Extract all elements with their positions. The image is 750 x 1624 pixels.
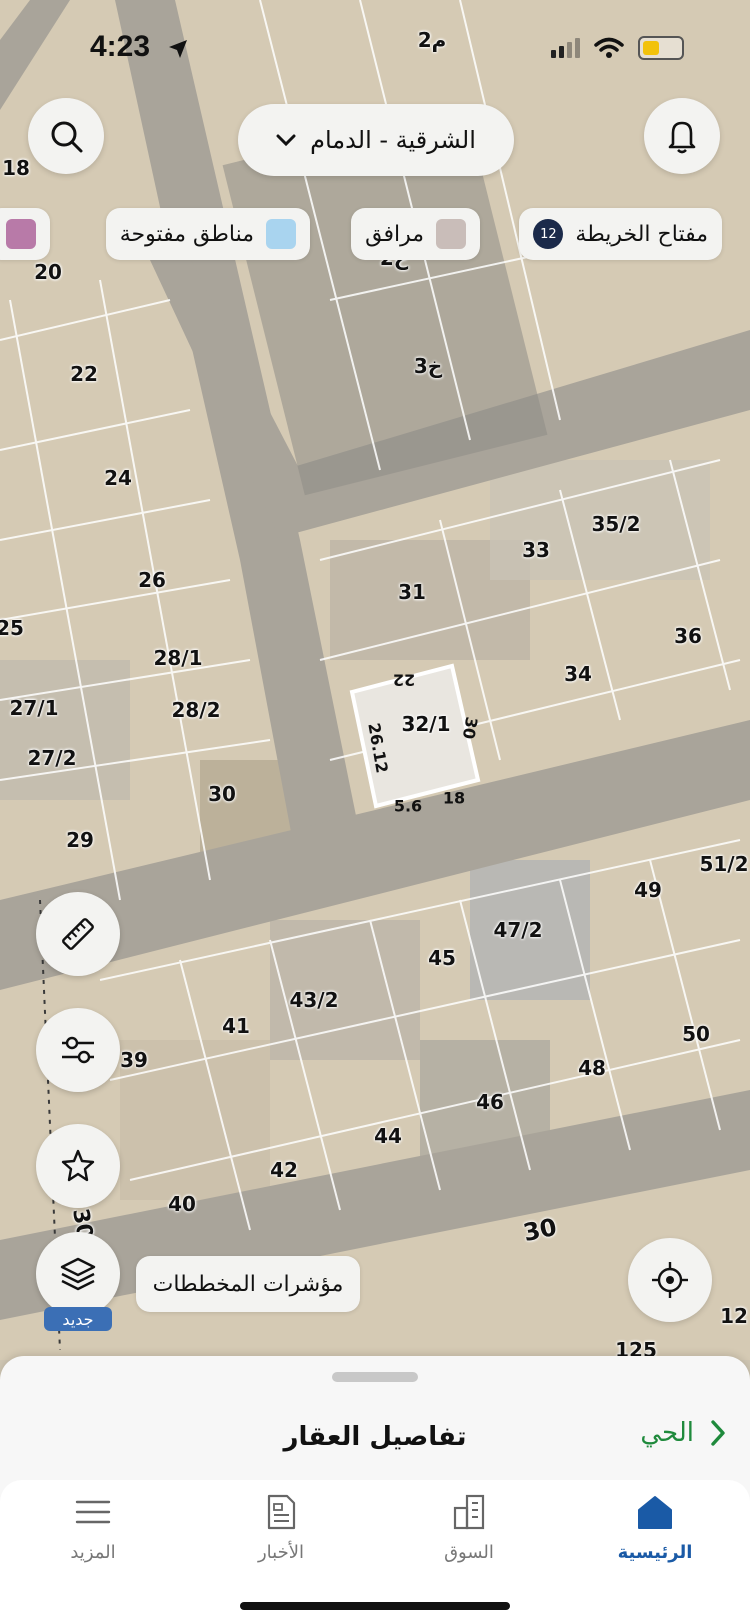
facilities-label: مرافق (365, 221, 424, 247)
facilities-swatch (436, 219, 466, 249)
cellular-signal-icon (551, 38, 580, 58)
plot-label[interactable]: 51/2 (699, 852, 748, 876)
legend-chip-partial[interactable] (0, 208, 50, 260)
location-arrow-icon (169, 40, 187, 58)
plan-indicators-button[interactable]: مؤشرات المخططات (136, 1256, 360, 1312)
facilities-chip[interactable]: مرافق (351, 208, 480, 260)
plot-label[interactable]: 45 (428, 946, 456, 970)
plot-label[interactable]: 35/2 (591, 512, 640, 536)
tab-market[interactable]: السوق (394, 1492, 544, 1563)
home-icon (638, 1496, 672, 1529)
plot-label[interactable]: 20 (34, 260, 62, 284)
plot-label[interactable]: 44 (374, 1124, 402, 1148)
sheet-title: تفاصيل العقار (283, 1422, 467, 1452)
dimension-label: 22 (392, 670, 416, 690)
plot-label[interactable]: 46 (476, 1090, 504, 1114)
plot-label[interactable]: 49 (634, 878, 662, 902)
filter-button[interactable] (36, 1008, 120, 1092)
sliders-icon (62, 1036, 94, 1064)
sheet-drag-handle[interactable] (332, 1372, 418, 1382)
crosshair-icon (652, 1262, 688, 1298)
plot-label[interactable]: 47/2 (493, 918, 542, 942)
tab-label: الأخبار (257, 1542, 304, 1563)
buildings-icon (453, 1494, 485, 1530)
open-areas-chip[interactable]: مناطق مفتوحة (105, 208, 310, 260)
map-key-count: 12 (533, 219, 564, 249)
plot-label[interactable]: 30 (208, 782, 236, 806)
tab-more[interactable]: المزيد (18, 1492, 168, 1563)
search-icon (51, 121, 83, 153)
my-location-button[interactable] (628, 1238, 712, 1322)
plot-label[interactable]: 48 (578, 1056, 606, 1080)
wifi-icon (594, 37, 624, 58)
layers-icon (60, 1257, 96, 1291)
plot-label[interactable]: 36 (674, 624, 702, 648)
plot-label[interactable]: 24 (104, 466, 132, 490)
dimension-label: 30 (458, 715, 482, 741)
tab-label: الرئيسية (617, 1542, 693, 1563)
location-selector[interactable]: الشرقية - الدمام (238, 104, 514, 176)
star-icon (61, 1149, 95, 1182)
map-key-chip[interactable]: مفتاح الخريطة 12 (519, 208, 722, 260)
district-link[interactable]: الحي (640, 1418, 726, 1448)
tab-news[interactable]: الأخبار (206, 1492, 356, 1563)
plot-label[interactable]: 18 (2, 156, 30, 180)
plot-label[interactable]: 39 (120, 1048, 148, 1072)
chevron-down-icon (276, 134, 296, 147)
measure-button[interactable] (36, 892, 120, 976)
status-time: 4:23 (90, 30, 151, 63)
district-link-label: الحي (640, 1418, 694, 1448)
notifications-button[interactable] (644, 98, 720, 174)
search-button[interactable] (28, 98, 104, 174)
plot-label[interactable]: 26 (138, 568, 166, 592)
plot-label[interactable]: 25 (0, 616, 24, 640)
status-icons (551, 36, 684, 60)
plot-label[interactable]: 31 (398, 580, 426, 604)
plot-label[interactable]: 22 (70, 362, 98, 386)
map-key-label: مفتاح الخريطة (575, 221, 708, 247)
bell-icon (668, 121, 696, 154)
chevron-right-icon (711, 1420, 725, 1446)
dimension-label: 18 (442, 788, 466, 808)
tab-label: السوق (444, 1542, 494, 1563)
plot-label[interactable]: 32/1 (401, 712, 450, 736)
open-areas-swatch (266, 219, 296, 249)
tab-label: المزيد (70, 1542, 116, 1563)
plot-label[interactable]: 41 (222, 1014, 250, 1038)
plot-label[interactable]: 40 (168, 1192, 196, 1216)
plot-label[interactable]: 3خ (414, 354, 442, 378)
plot-label[interactable]: 43/2 (289, 988, 338, 1012)
plot-label[interactable]: 12 (720, 1304, 748, 1328)
status-bar: 4:23 (0, 0, 750, 100)
new-badge: جديد (44, 1307, 112, 1331)
plot-label[interactable]: 29 (66, 828, 94, 852)
plot-label[interactable]: 27/2 (27, 746, 76, 770)
open-areas-label: مناطق مفتوحة (119, 221, 254, 247)
plot-label[interactable]: 28/2 (171, 698, 220, 722)
legend-swatch-partial (6, 219, 36, 249)
favorites-button[interactable] (36, 1124, 120, 1208)
menu-icon (75, 1500, 111, 1524)
dimension-label: 5.6 (393, 796, 423, 816)
plot-label[interactable]: 27/1 (9, 696, 58, 720)
plot-label[interactable]: 28/1 (153, 646, 202, 670)
tab-home[interactable]: الرئيسية (580, 1492, 730, 1563)
location-label: الشرقية - الدمام (310, 126, 476, 154)
ruler-icon (62, 918, 94, 950)
plot-label[interactable]: 42 (270, 1158, 298, 1182)
home-indicator (240, 1602, 510, 1610)
plot-label[interactable]: 50 (682, 1022, 710, 1046)
battery-icon (638, 36, 684, 60)
plot-label[interactable]: 33 (522, 538, 550, 562)
plot-label[interactable]: 34 (564, 662, 592, 686)
layers-button[interactable] (36, 1232, 120, 1316)
news-icon (267, 1494, 296, 1530)
